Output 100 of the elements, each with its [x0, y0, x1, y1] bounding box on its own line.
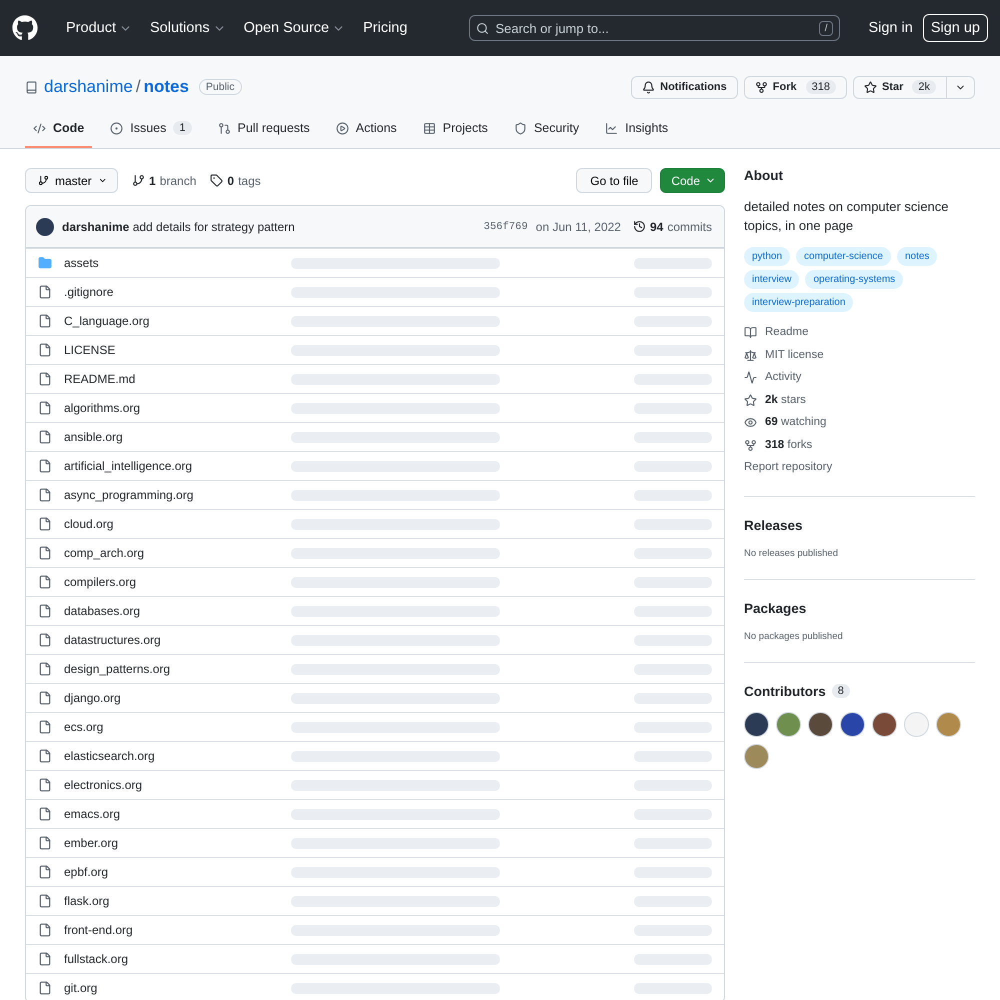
file-link[interactable]: LICENSE: [64, 343, 264, 357]
file-link[interactable]: comp_arch.org: [64, 546, 264, 560]
nav-link[interactable]: Solutions: [150, 20, 226, 36]
shortcut-key: /: [818, 20, 834, 36]
file-link[interactable]: elasticsearch.org: [64, 749, 264, 763]
file-link[interactable]: artificial_intelligence.org: [64, 459, 264, 473]
fork-button[interactable]: Fork 318: [744, 76, 847, 98]
file-link[interactable]: async_programming.org: [64, 488, 264, 502]
file-link[interactable]: flask.org: [64, 894, 264, 908]
about-heading: About: [744, 168, 784, 183]
file-link[interactable]: .gitignore: [64, 285, 264, 299]
readme-link[interactable]: Readme: [744, 325, 975, 340]
file-icon: [38, 401, 52, 415]
file-link[interactable]: design_patterns.org: [64, 662, 264, 676]
file-link[interactable]: ansible.org: [64, 430, 264, 444]
file-link[interactable]: electronics.org: [64, 778, 264, 792]
tags-link[interactable]: 0 tags: [210, 174, 261, 188]
commit-date: on Jun 11, 2022: [536, 220, 621, 234]
fork-icon: [744, 438, 757, 452]
file-icon: [38, 604, 52, 618]
star-icon: [864, 80, 877, 94]
shield-icon: [514, 122, 527, 134]
topic-tag[interactable]: computer-science: [796, 247, 891, 266]
sign-up-button[interactable]: Sign up: [922, 14, 988, 42]
fork-icon: [754, 80, 768, 94]
file-link[interactable]: ember.org: [64, 836, 264, 850]
file-link[interactable]: epbf.org: [64, 865, 264, 879]
repo-tab[interactable]: Code: [25, 113, 92, 148]
topic-tag[interactable]: interview-preparation: [744, 293, 854, 312]
avatar[interactable]: [840, 712, 865, 736]
commit-sha[interactable]: 356f769: [484, 220, 528, 232]
file-icon: [38, 633, 52, 647]
owner-link[interactable]: darshanime: [44, 77, 133, 97]
file-icon: [38, 662, 52, 676]
contributors-heading[interactable]: Contributors: [744, 684, 826, 698]
star-menu-button[interactable]: [947, 76, 975, 98]
packages-heading[interactable]: Packages: [744, 600, 975, 616]
repo-name-link[interactable]: notes: [144, 77, 189, 97]
license-link[interactable]: MIT license: [744, 348, 975, 363]
nav-link[interactable]: Pricing: [363, 20, 408, 36]
search-field[interactable]: Search or jump to... /: [469, 15, 840, 41]
file-link[interactable]: README.md: [64, 372, 264, 386]
star-button[interactable]: Star 2k: [852, 76, 947, 98]
watching-link[interactable]: 69 watching: [744, 415, 975, 430]
file-icon: [38, 430, 52, 444]
history-icon: [632, 220, 646, 233]
file-link[interactable]: assets: [64, 256, 264, 270]
topic-tag[interactable]: notes: [896, 247, 938, 266]
avatar[interactable]: [872, 712, 897, 736]
file-link[interactable]: algorithms.org: [64, 401, 264, 415]
file-link[interactable]: compilers.org: [64, 575, 264, 589]
file-link[interactable]: django.org: [64, 691, 264, 705]
avatar[interactable]: [744, 712, 769, 736]
table-icon: [422, 122, 436, 134]
report-link[interactable]: Report repository: [744, 460, 975, 476]
pull-request-icon: [218, 122, 231, 134]
forks-link[interactable]: 318 forks: [744, 438, 975, 453]
repo-tab[interactable]: Issues 1: [102, 113, 200, 148]
repo-tab[interactable]: Actions: [328, 113, 405, 148]
branch-icon: [38, 174, 49, 187]
file-link[interactable]: datastructures.org: [64, 633, 264, 647]
stars-link[interactable]: 2k stars: [744, 392, 975, 408]
repo-tab[interactable]: Insights: [597, 113, 676, 148]
nav-link[interactable]: Product: [66, 20, 132, 36]
file-link[interactable]: databases.org: [64, 604, 264, 618]
file-link[interactable]: git.org: [64, 981, 264, 995]
issue-icon: [110, 122, 124, 134]
file-icon: [38, 517, 52, 531]
file-link[interactable]: front-end.org: [64, 923, 264, 937]
file-link[interactable]: cloud.org: [64, 517, 264, 531]
file-link[interactable]: emacs.org: [64, 807, 264, 821]
branch-select[interactable]: master: [25, 168, 118, 193]
nav-link[interactable]: Open Source: [244, 20, 346, 36]
logo-icon[interactable]: [12, 15, 38, 41]
topic-tag[interactable]: python: [744, 247, 790, 266]
notifications-button[interactable]: Notifications: [631, 76, 738, 98]
file-icon: [38, 836, 52, 850]
visibility-label: Public: [198, 79, 242, 95]
repo-tab[interactable]: Projects: [414, 113, 496, 148]
releases-heading[interactable]: Releases: [744, 518, 975, 532]
activity-link[interactable]: Activity: [744, 370, 975, 386]
file-icon: [38, 314, 52, 328]
commits-link[interactable]: 94 commits: [632, 220, 712, 234]
file-icon: [38, 865, 52, 879]
scale-icon: [744, 348, 757, 362]
file-link[interactable]: ecs.org: [64, 720, 264, 734]
code-button[interactable]: Code: [660, 168, 725, 193]
repo-tab[interactable]: Security: [506, 113, 588, 148]
avatar[interactable]: [808, 712, 833, 736]
file-link[interactable]: fullstack.org: [64, 952, 264, 966]
sign-in-link[interactable]: Sign in: [868, 20, 913, 36]
topic-tag[interactable]: interview: [744, 270, 800, 289]
topic-tag[interactable]: operating-systems: [805, 270, 904, 289]
empty-message: No packages published: [744, 630, 844, 642]
go-to-file-button[interactable]: Go to file: [576, 168, 652, 193]
branches-link[interactable]: 1 branch: [132, 174, 196, 188]
file-icon: [38, 575, 52, 589]
file-icon: [38, 923, 52, 937]
repo-tab[interactable]: Pull requests: [210, 113, 318, 148]
file-link[interactable]: C_language.org: [64, 314, 264, 328]
